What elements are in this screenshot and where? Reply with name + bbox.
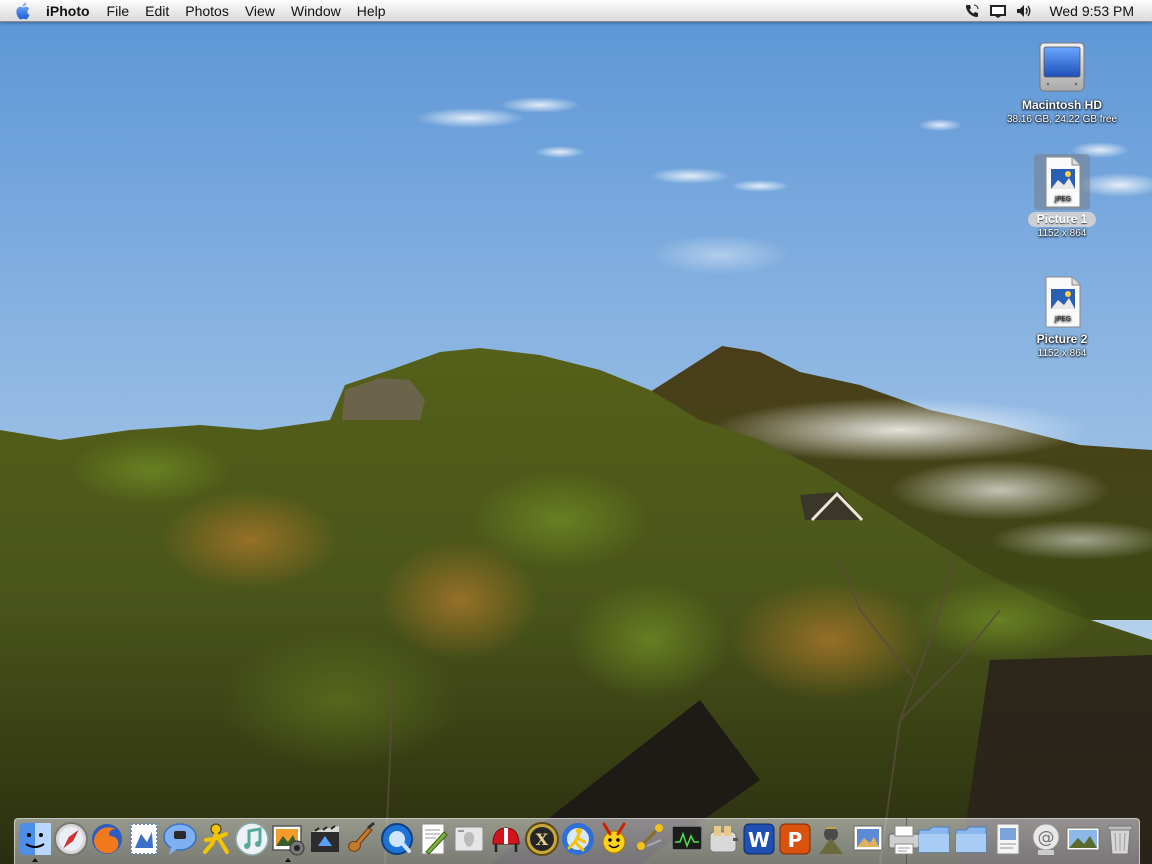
volume-menu-extra[interactable] [1011,0,1037,22]
dock-item-ichat[interactable] [161,820,199,858]
ichat-icon [163,823,197,855]
toaster-icon [709,826,738,853]
textedit-icon [421,823,448,855]
menu-window[interactable]: Window [283,0,349,22]
menu-file[interactable]: File [99,0,138,22]
system-profiler-icon [454,826,484,852]
folder-icon [918,826,950,853]
aim-icon [203,823,229,854]
document-icon [996,823,1020,855]
menu-view[interactable]: View [237,0,283,22]
dock-item-runner[interactable] [559,820,597,858]
dock-item-textedit[interactable] [414,820,452,858]
desktop-icon-label: Macintosh HD [1021,98,1102,112]
itunes-icon [235,822,269,856]
dock-item-itunes[interactable] [233,820,271,858]
desktop-wallpaper [0,0,1152,864]
svg-text:W: W [748,828,770,852]
quicktime-icon [381,823,413,855]
dock-item-garageband[interactable] [342,820,380,858]
dock-item-network[interactable] [631,820,669,858]
menu-photos[interactable]: Photos [177,0,237,22]
trash-icon [1107,825,1133,855]
firefox-icon [92,824,122,854]
phone-icon [966,4,979,17]
dock-item-yahoo-messenger[interactable] [595,820,633,858]
dock-item-iphoto[interactable] [269,820,307,858]
menu-edit[interactable]: Edit [137,0,177,22]
dock-item-aim[interactable] [197,820,235,858]
dock-item-trash[interactable] [1101,820,1139,858]
display-menu-extra[interactable] [985,0,1011,22]
phone-menu-extra[interactable] [959,0,985,22]
dock-item-activity-monitor[interactable] [668,820,706,858]
activity-monitor-icon [671,825,703,851]
dock-item-word[interactable]: W [740,820,778,858]
dock-item-system-profiler[interactable] [450,820,488,858]
dock-item-quicktime[interactable] [378,820,416,858]
app-menu-iphoto[interactable]: iPhoto [44,0,99,22]
dock-item-graphic[interactable] [812,820,850,858]
network-icon [635,824,663,852]
runner-icon [562,823,594,855]
dock-item-preview[interactable] [849,820,887,858]
dock-item-safari[interactable] [52,820,90,858]
display-icon [990,4,1007,18]
apple-icon [16,2,30,19]
lifeguard-icon [492,827,520,852]
menu-help[interactable]: Help [349,0,394,22]
dock-item-picture[interactable] [1064,820,1102,858]
desktop-icon-label: Picture 1 [1027,212,1097,227]
dock-item-folder[interactable] [952,820,990,858]
mail-at-icon: @ [1032,823,1060,855]
running-indicator [32,858,38,862]
svg-text:P: P [788,828,803,852]
powerpoint-icon: P [779,823,811,855]
yahoo-messenger-icon [602,822,626,854]
imovie-icon [311,825,339,852]
menu-bar-clock[interactable]: Wed 9:53 PM [1037,0,1152,22]
graphic-icon [819,827,843,854]
mail-stamp-icon [130,823,158,855]
dock-item-powerpoint[interactable]: P [776,820,814,858]
dock-item-mail-at[interactable]: @ [1027,820,1065,858]
folder-icon [955,826,987,853]
desktop-icon-picture-2[interactable]: JPEG Picture 2 1152 x 864 [992,274,1132,360]
desktop-icon-subtitle: 38.16 GB, 24.22 GB free [1006,114,1118,125]
jpeg-file-icon: JPEG [1034,274,1090,330]
file-type-badge: JPEG [1054,195,1071,203]
iphoto-icon [272,825,305,856]
file-type-badge: JPEG [1054,315,1071,323]
desktop-icon-macintosh-hd[interactable]: Macintosh HD 38.16 GB, 24.22 GB free [992,40,1132,126]
menu-bar: iPhoto File Edit Photos View Window Help… [0,0,1152,22]
dock-item-imovie[interactable] [306,820,344,858]
garageband-icon [348,821,375,852]
osx-icon: X [525,822,559,856]
dock-item-osx[interactable]: X [523,820,561,858]
dock-item-lifeguard[interactable] [487,820,525,858]
desktop-icon-subtitle: 1152 x 864 [1037,228,1087,239]
jpeg-file-icon: JPEG [1034,154,1090,210]
finder-icon [19,823,51,855]
desktop-icon-picture-1[interactable]: JPEG Picture 1 1152 x 864 [992,154,1132,240]
dock-item-document[interactable] [989,820,1027,858]
desktop-icon-label: Picture 2 [1036,332,1088,346]
dock-item-finder[interactable] [16,820,54,858]
dock-item-folder[interactable] [915,820,953,858]
svg-text:X: X [536,830,549,849]
apple-menu[interactable] [0,0,44,22]
dock-item-mail-stamp[interactable] [125,820,163,858]
dock-item-toaster[interactable] [704,820,742,858]
word-icon: W [743,823,775,855]
svg-text:@: @ [1038,828,1055,848]
safari-icon [54,822,88,856]
preview-icon [853,825,883,851]
dock-item-firefox[interactable] [88,820,126,858]
desktop-icon-subtitle: 1152 x 864 [1037,348,1087,359]
volume-icon [1017,4,1031,17]
hard-drive-icon [1034,40,1090,96]
running-indicator [285,858,291,862]
picture-icon [1066,827,1100,851]
